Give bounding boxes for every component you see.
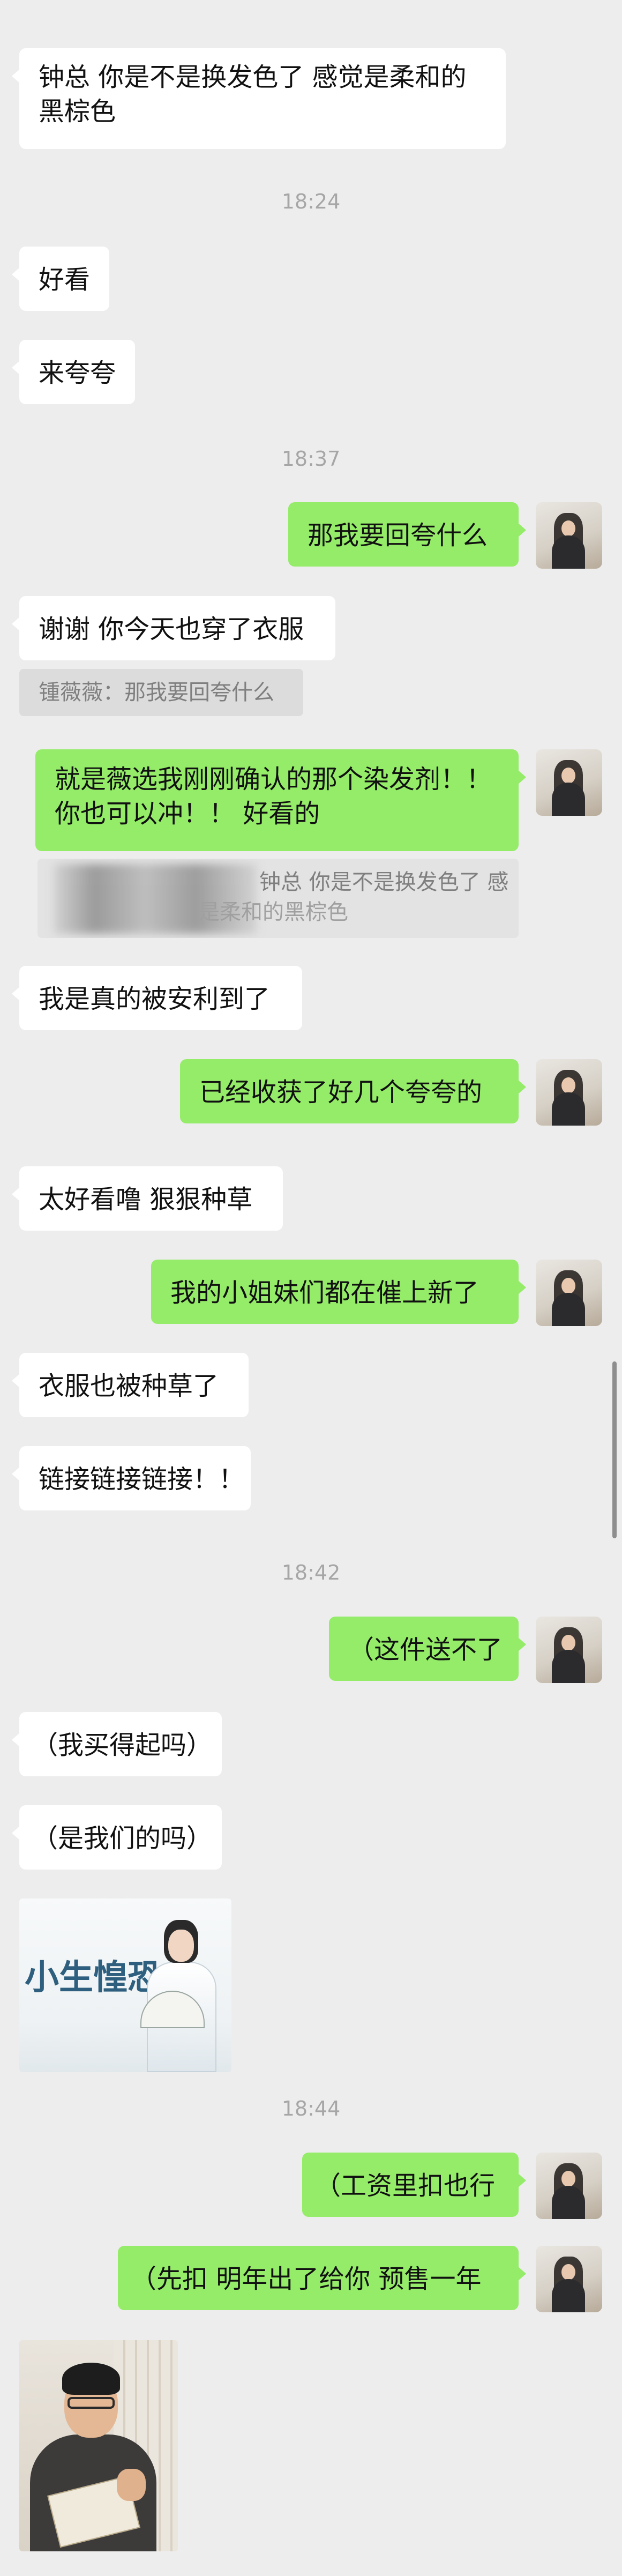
sticker-figure (140, 1920, 219, 2072)
message-bubble-incoming[interactable]: （是我们的吗） (12, 1805, 222, 1870)
message-bubble-incoming[interactable]: （我买得起吗） (12, 1712, 222, 1776)
message-text: 就是薇选我刚刚确认的那个染发剂！！ (55, 764, 492, 794)
message-text: （先扣 明年出了给你 预售一年 (131, 2264, 482, 2294)
avatar-self[interactable] (536, 2246, 602, 2312)
scrollbar[interactable] (612, 1361, 617, 1538)
message-text: 钟总 你是不是换发色了 感觉是柔和的 (39, 62, 467, 92)
message-bubble-outgoing[interactable]: 已经收获了好几个夸夸的 (180, 1059, 526, 1123)
avatar-self[interactable] (536, 1260, 602, 1326)
message-text: 衣服也被种草了 (39, 1371, 219, 1401)
quote-text: 是柔和的黑棕色 (198, 900, 348, 925)
quote-text: 钟总 你是不是换发色了 感 (259, 870, 509, 895)
message-text: （我买得起吗） (32, 1730, 213, 1760)
message-text: 链接链接链接！！ (39, 1464, 245, 1494)
message-bubble-incoming[interactable]: 链接链接链接！！ (12, 1446, 251, 1510)
sticker-text: 小生惶恐 (25, 1958, 162, 1998)
message-text: 黑棕色 (39, 96, 116, 126)
message-text: 太好看噜 狠狠种草 (39, 1185, 253, 1215)
timestamp: 18:24 (281, 190, 341, 213)
quoted-message[interactable]: 钟总 你是不是换发色了 感 是柔和的黑棕色 (38, 859, 519, 938)
message-text: 谢谢 你今天也穿了衣服 (39, 614, 304, 644)
message-bubble-outgoing[interactable]: （工资里扣也行 (302, 2153, 526, 2217)
message-text: 我的小姐妹们都在催上新了 (170, 1278, 479, 1308)
message-bubble-incoming[interactable]: 来夸夸 (11, 340, 136, 404)
avatar-self[interactable] (536, 1617, 602, 1683)
message-text: 好看 (39, 265, 91, 295)
message-text: （工资里扣也行 (315, 2171, 496, 2201)
message-text: （是我们的吗） (32, 1823, 213, 1853)
photo-message[interactable] (19, 2340, 178, 2551)
message-bubble-outgoing[interactable]: （这件送不了 (329, 1617, 526, 1681)
message-bubble-incoming[interactable]: 太好看噜 狠狠种草 (12, 1166, 283, 1231)
timestamp: 18:42 (281, 1561, 341, 1584)
timestamp: 18:37 (281, 447, 341, 471)
avatar-self[interactable] (536, 1059, 602, 1126)
message-text: 来夸夸 (39, 358, 116, 388)
message-text: 你也可以冲！！ 好看的 (55, 799, 320, 829)
message-text: 我是真的被安利到了 (39, 984, 271, 1014)
message-bubble-outgoing[interactable]: （先扣 明年出了给你 预售一年 (118, 2246, 526, 2310)
quoted-message[interactable]: 锺薇薇：那我要回夸什么 (19, 669, 303, 716)
message-bubble-incoming[interactable]: 好看 (11, 247, 110, 311)
message-bubble-outgoing[interactable]: 那我要回夸什么 (288, 502, 526, 567)
message-bubble-outgoing[interactable]: 就是薇选我刚刚确认的那个染发剂！！ 你也可以冲！！ 好看的 (35, 749, 526, 851)
message-bubble-outgoing[interactable]: 我的小姐妹们都在催上新了 (151, 1260, 526, 1324)
avatar-self[interactable] (536, 2153, 602, 2219)
message-text: （这件送不了 (348, 1635, 503, 1665)
message-bubble-incoming[interactable]: 钟总 你是不是换发色了 感觉是柔和的 黑棕色 (12, 48, 506, 149)
message-bubble-incoming[interactable]: 谢谢 你今天也穿了衣服 (12, 596, 335, 660)
timestamp: 18:44 (281, 2097, 341, 2120)
message-bubble-incoming[interactable]: 我是真的被安利到了 (12, 966, 302, 1030)
message-bubble-incoming[interactable]: 衣服也被种草了 (12, 1353, 249, 1417)
sticker-image[interactable]: 小生惶恐 (19, 1899, 231, 2072)
avatar-self[interactable] (536, 749, 602, 816)
message-text: 已经收获了好几个夸夸的 (199, 1077, 483, 1107)
quote-text: 锺薇薇：那我要回夸什么 (39, 680, 274, 705)
message-text: 那我要回夸什么 (308, 520, 488, 550)
avatar-self[interactable] (536, 502, 602, 569)
